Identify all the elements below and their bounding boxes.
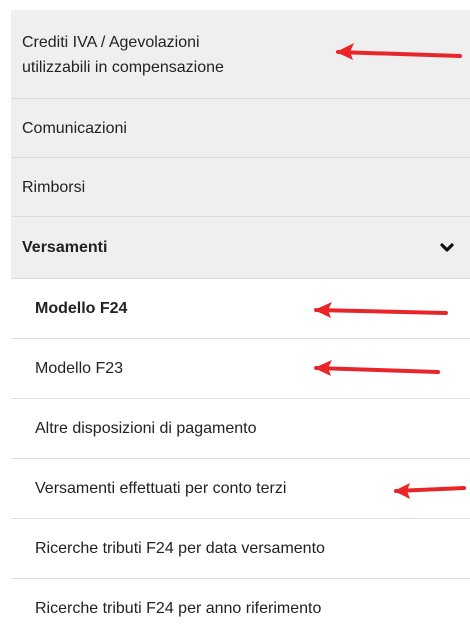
menu-item-label: Rimborsi bbox=[22, 178, 86, 196]
submenu-item-label: Modello F23 bbox=[35, 359, 124, 377]
submenu-item-ricerche-data-versamento[interactable]: Ricerche tributi F24 per data versamento bbox=[11, 519, 470, 579]
submenu-item-label: Modello F24 bbox=[35, 299, 128, 317]
menu-item-rimborsi[interactable]: Rimborsi bbox=[11, 158, 470, 217]
side-menu: Crediti IVA / Agevolazioni utilizzabili … bbox=[11, 10, 470, 639]
menu-item-crediti-iva[interactable]: Crediti IVA / Agevolazioni utilizzabili … bbox=[11, 10, 470, 99]
submenu-item-label: Ricerche tributi F24 per data versamento bbox=[35, 539, 325, 557]
submenu-item-ricerche-anno-riferimento[interactable]: Ricerche tributi F24 per anno riferiment… bbox=[11, 579, 470, 639]
submenu-item-altre-disposizioni[interactable]: Altre disposizioni di pagamento bbox=[11, 399, 470, 459]
submenu-item-label: Ricerche tributi F24 per anno riferiment… bbox=[35, 600, 322, 617]
submenu-item-versamenti-conto-terzi[interactable]: Versamenti effettuati per conto terzi bbox=[11, 459, 470, 519]
menu-item-label: Crediti IVA / Agevolazioni utilizzabili … bbox=[22, 34, 224, 76]
menu-item-label: Comunicazioni bbox=[22, 119, 127, 137]
chevron-down-icon[interactable] bbox=[440, 242, 454, 253]
submenu-item-modello-f23[interactable]: Modello F23 bbox=[11, 339, 470, 399]
versamenti-submenu: Modello F24 Modello F23 Altre disposizio… bbox=[11, 279, 470, 639]
submenu-item-label: Altre disposizioni di pagamento bbox=[35, 419, 257, 437]
menu-item-versamenti[interactable]: Versamenti bbox=[11, 217, 470, 279]
submenu-item-modello-f24[interactable]: Modello F24 bbox=[11, 279, 470, 339]
submenu-item-label: Versamenti effettuati per conto terzi bbox=[35, 479, 287, 497]
menu-item-label: Versamenti bbox=[22, 239, 108, 256]
menu-item-comunicazioni[interactable]: Comunicazioni bbox=[11, 99, 470, 158]
